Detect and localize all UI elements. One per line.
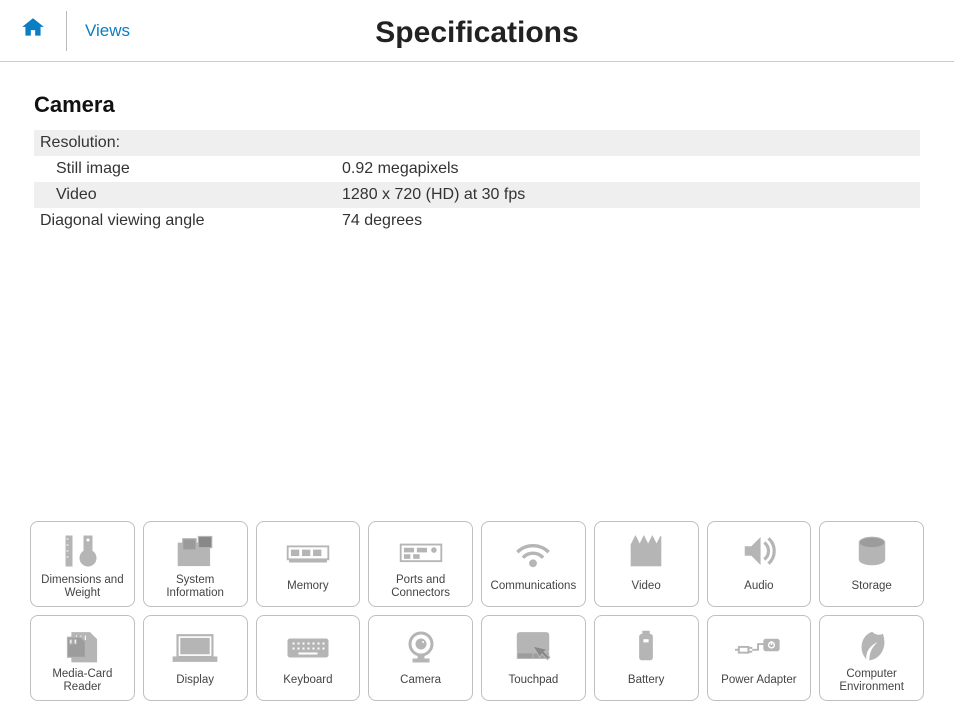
spec-label: Resolution:	[34, 130, 336, 156]
nav-card-system-information[interactable]: System Information	[143, 521, 248, 607]
section-heading-camera: Camera	[34, 92, 920, 118]
systeminfo-icon	[148, 528, 243, 574]
keyboard-icon	[261, 622, 356, 668]
nav-card-computer-environment[interactable]: Computer Environment	[819, 615, 924, 701]
nav-label: Video	[632, 574, 661, 600]
nav-card-media-card-reader[interactable]: Media-Card Reader	[30, 615, 135, 701]
nav-card-touchpad[interactable]: Touchpad	[481, 615, 586, 701]
header: Views	[0, 0, 954, 62]
dimensions-icon	[35, 528, 130, 574]
power-icon	[712, 622, 807, 668]
nav-card-dimensions-weight[interactable]: Dimensions and Weight	[30, 521, 135, 607]
nav-label: Media-Card Reader	[52, 668, 112, 694]
nav-card-video[interactable]: Video	[594, 521, 699, 607]
video-icon	[599, 528, 694, 574]
nav-card-memory[interactable]: Memory	[256, 521, 361, 607]
nav-card-communications[interactable]: Communications	[481, 521, 586, 607]
table-row: Resolution:	[34, 130, 920, 156]
wifi-icon	[486, 528, 581, 574]
nav-card-ports-connectors[interactable]: Ports and Connectors	[368, 521, 473, 607]
spec-table: Resolution:Still image0.92 megapixelsVid…	[34, 130, 920, 234]
nav-label: Audio	[744, 574, 773, 600]
spec-label: Diagonal viewing angle	[34, 208, 336, 234]
nav-label: Dimensions and Weight	[41, 574, 123, 600]
nav-label: Storage	[851, 574, 891, 600]
home-button[interactable]	[20, 11, 67, 51]
nav-label: Camera	[400, 668, 441, 694]
spec-value: 1280 x 720 (HD) at 30 fps	[336, 182, 920, 208]
ports-icon	[373, 528, 468, 574]
spec-label: Still image	[34, 156, 336, 182]
nav-label: Memory	[287, 574, 329, 600]
views-link[interactable]: Views	[67, 21, 130, 41]
nav-card-battery[interactable]: Battery	[594, 615, 699, 701]
audio-icon	[712, 528, 807, 574]
nav-label: Power Adapter	[721, 668, 796, 694]
content-area: Camera Resolution:Still image0.92 megapi…	[0, 62, 954, 234]
battery-icon	[599, 622, 694, 668]
table-row: Diagonal viewing angle74 degrees	[34, 208, 920, 234]
nav-card-camera[interactable]: Camera	[368, 615, 473, 701]
sdcard-icon	[35, 622, 130, 668]
camera-icon	[373, 622, 468, 668]
table-row: Video1280 x 720 (HD) at 30 fps	[34, 182, 920, 208]
display-icon	[148, 622, 243, 668]
nav-label: Computer Environment	[839, 668, 904, 694]
nav-card-display[interactable]: Display	[143, 615, 248, 701]
nav-card-storage[interactable]: Storage	[819, 521, 924, 607]
nav-label: Ports and Connectors	[391, 574, 450, 600]
leaf-icon	[824, 622, 919, 668]
nav-label: System Information	[166, 574, 224, 600]
nav-label: Communications	[491, 574, 577, 600]
spec-value: 74 degrees	[336, 208, 920, 234]
nav-card-power-adapter[interactable]: Power Adapter	[707, 615, 812, 701]
nav-label: Keyboard	[283, 668, 332, 694]
spec-label: Video	[34, 182, 336, 208]
touchpad-icon	[486, 622, 581, 668]
nav-label: Display	[176, 668, 214, 694]
memory-icon	[261, 528, 356, 574]
table-row: Still image0.92 megapixels	[34, 156, 920, 182]
home-icon	[20, 15, 46, 46]
bottom-nav-grid: Dimensions and Weight System Information M…	[30, 521, 924, 701]
storage-icon	[824, 528, 919, 574]
nav-card-audio[interactable]: Audio	[707, 521, 812, 607]
nav-label: Touchpad	[508, 668, 558, 694]
spec-value: 0.92 megapixels	[336, 156, 920, 182]
spec-value	[336, 130, 920, 156]
nav-card-keyboard[interactable]: Keyboard	[256, 615, 361, 701]
nav-label: Battery	[628, 668, 664, 694]
